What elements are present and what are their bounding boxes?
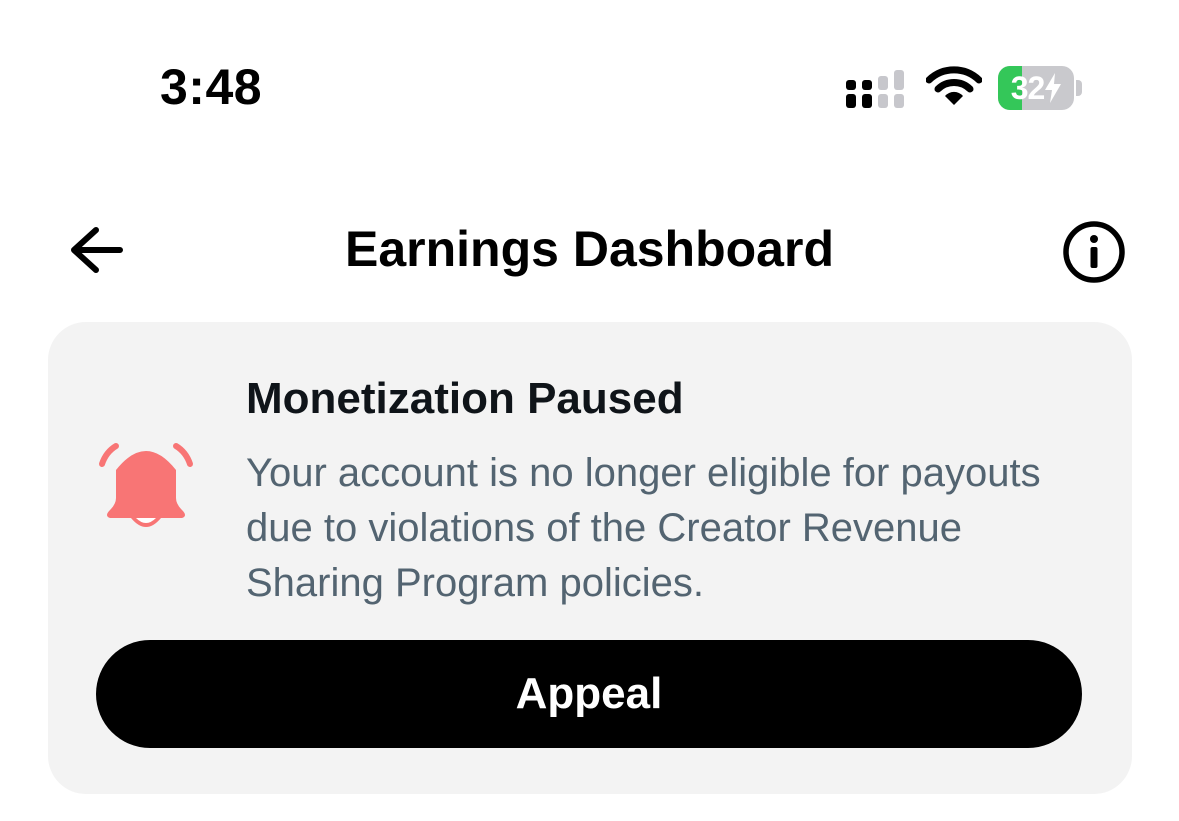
appeal-button[interactable]: Appeal xyxy=(96,640,1082,748)
page-title: Earnings Dashboard xyxy=(345,221,834,277)
charging-bolt-icon xyxy=(1045,73,1062,103)
earnings-dashboard-screen: 3:48 32 Earnings Dashboard Monetization … xyxy=(0,0,1179,821)
info-circle-icon xyxy=(1063,221,1125,283)
status-bar: 3:48 32 xyxy=(0,0,1179,160)
notice-body: Your account is no longer eligible for p… xyxy=(246,451,1041,605)
notice-title: Monetization Paused xyxy=(246,374,684,423)
bell-ringing-icon xyxy=(99,443,193,527)
status-time: 3:48 xyxy=(160,59,263,115)
info-button[interactable] xyxy=(1060,218,1128,286)
battery-tip xyxy=(1076,80,1082,96)
wifi-icon xyxy=(926,66,982,105)
battery-percent: 32 xyxy=(1010,69,1046,106)
header: Earnings Dashboard xyxy=(0,200,1179,300)
monetization-notice-card: Monetization Paused Your account is no l… xyxy=(48,322,1132,794)
battery-indicator: 32 xyxy=(998,66,1074,110)
cellular-signal-icon xyxy=(846,70,904,108)
